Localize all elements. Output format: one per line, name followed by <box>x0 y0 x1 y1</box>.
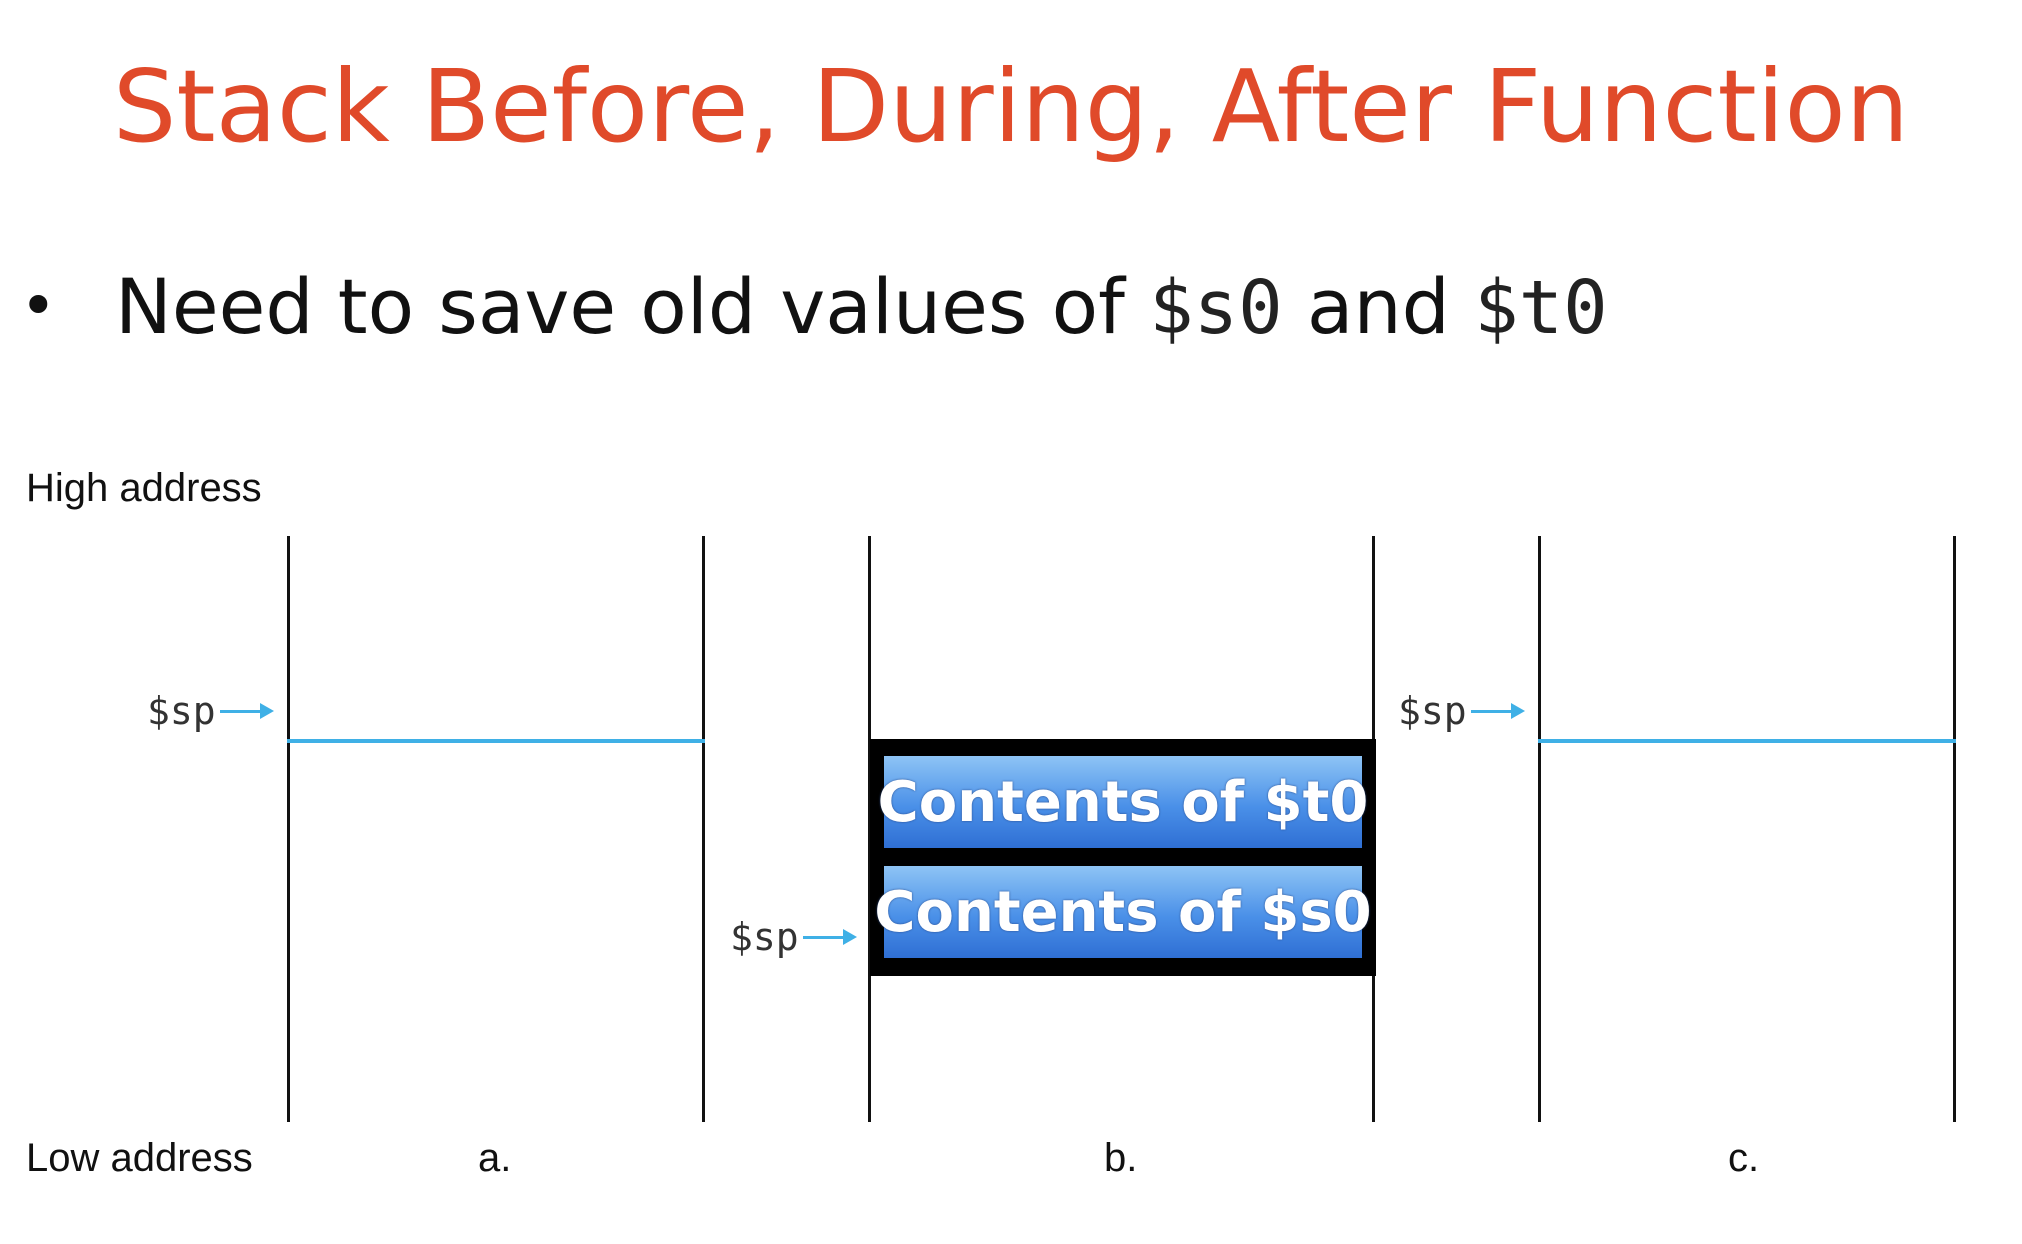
sp-label: $sp <box>730 915 799 959</box>
panel-a-stack-top <box>287 739 705 743</box>
register-t0: $t0 <box>1474 265 1608 351</box>
panel-a-label: a. <box>478 1136 512 1180</box>
panel-a-left-wall <box>287 536 290 1122</box>
high-address-label: High address <box>26 466 262 510</box>
stack-frame: Contents of $t0 Contents of $s0 <box>870 739 1376 976</box>
slide-title: Stack Before, During, After Function <box>112 48 1910 165</box>
sp-label: $sp <box>1398 689 1467 733</box>
low-address-label: Low address <box>26 1136 253 1180</box>
bullet-conjunction: and <box>1306 262 1450 351</box>
stack-cell-t0: Contents of $t0 <box>878 756 1368 848</box>
bullet-text: Need to save old values of <box>115 262 1125 351</box>
panel-c-stack-top <box>1538 739 1956 743</box>
panel-a-sp-pointer: $sp <box>147 686 274 736</box>
panel-c-left-wall <box>1538 536 1541 1122</box>
sp-label: $sp <box>147 689 216 733</box>
panel-c-right-wall <box>1953 536 1956 1122</box>
panel-a-right-wall <box>702 536 705 1122</box>
bullet-point: • Need to save old values of $s0 and $t0 <box>20 262 1608 362</box>
panel-c-sp-pointer: $sp <box>1398 686 1525 736</box>
stack-cell-s0: Contents of $s0 <box>874 866 1372 958</box>
panel-b-sp-pointer: $sp <box>730 912 857 962</box>
arrow-right-icon <box>802 928 857 945</box>
arrow-right-icon <box>219 702 274 719</box>
panel-c-label: c. <box>1728 1136 1760 1180</box>
bullet-icon: • <box>20 269 57 342</box>
register-s0: $s0 <box>1149 265 1283 351</box>
panel-b-label: b. <box>1104 1136 1138 1180</box>
arrow-right-icon <box>1470 702 1525 719</box>
